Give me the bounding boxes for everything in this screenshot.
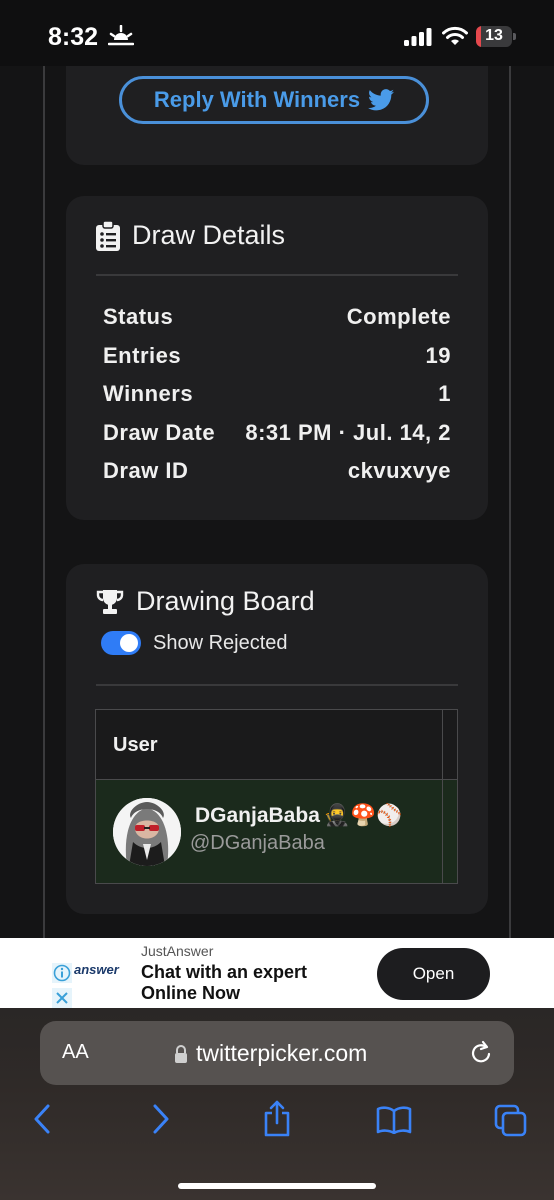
detail-value: Complete (346, 304, 451, 329)
drawing-board-card: Drawing Board Show Rejected User DGanjaB… (66, 564, 488, 914)
detail-label: Entries (103, 342, 182, 368)
status-bar: 8:32 13 (0, 0, 554, 66)
draw-details-card: Draw Details Status Complete Entries 19 … (66, 196, 488, 520)
drawing-board-heading: Drawing Board (96, 586, 315, 617)
reload-icon[interactable] (469, 1040, 493, 1066)
show-rejected-toggle[interactable] (101, 631, 141, 655)
battery-indicator: 13 (476, 26, 516, 47)
ad-headline[interactable]: Chat with an expert Online Now (141, 962, 361, 1004)
detail-label: Winners (103, 381, 194, 406)
detail-value: 8:31 PM · Jul. 14, 2 (245, 419, 451, 445)
column-separator (442, 710, 443, 883)
back-icon[interactable] (32, 1103, 52, 1135)
divider (96, 274, 458, 276)
lock-icon (175, 1044, 187, 1063)
reply-button-label: Reply With Winners (153, 87, 361, 112)
entries-table[interactable]: User DGanjaBaba 🥷🍄⚾ @DGanjaBaba (95, 709, 458, 884)
page-border-right (509, 66, 511, 938)
detail-row-entries: Entries 19 (103, 343, 451, 382)
detail-row-draw-date: Draw Date 8:31 PM · Jul. 14, 2 (103, 420, 451, 459)
table-header: User (96, 710, 457, 780)
name-emojis: 🥷🍄⚾ (323, 804, 403, 827)
winner-display-name: DGanjaBaba (195, 804, 320, 827)
share-icon[interactable] (262, 1099, 292, 1137)
home-indicator (178, 1183, 376, 1189)
sunset-icon (108, 25, 134, 46)
draw-details-heading: Draw Details (96, 220, 285, 251)
winner-name[interactable]: DGanjaBaba 🥷🍄⚾ (195, 804, 402, 828)
draw-details-list: Status Complete Entries 19 Winners 1 Dra… (103, 304, 451, 497)
ad-logo[interactable]: answer (74, 962, 119, 977)
table-row[interactable]: DGanjaBaba 🥷🍄⚾ @DGanjaBaba (96, 780, 457, 883)
reader-aa-button[interactable]: AA (62, 1041, 89, 1064)
winner-handle[interactable]: @DGanjaBaba (190, 832, 325, 855)
divider (96, 684, 458, 686)
show-rejected-label: Show Rejected (153, 631, 288, 654)
wifi-icon (442, 26, 468, 45)
forward-icon[interactable] (151, 1103, 171, 1135)
cellular-signal-icon (404, 28, 432, 46)
detail-row-draw-id: Draw ID ckvuxvye (103, 458, 451, 497)
url-display[interactable]: twitterpicker.com (174, 1040, 367, 1067)
twitter-bird-icon (368, 89, 395, 111)
ad-close-icon[interactable] (52, 988, 72, 1008)
detail-row-status: Status Complete (103, 304, 451, 343)
detail-value: 19 (425, 342, 451, 368)
status-time: 8:32 (48, 23, 99, 51)
trophy-icon (96, 589, 124, 614)
url-text: twitterpicker.com (196, 1040, 368, 1066)
bookmarks-icon[interactable] (376, 1106, 412, 1134)
reply-with-winners-button[interactable]: Reply With Winners (119, 76, 429, 124)
show-rejected-control[interactable]: Show Rejected (101, 631, 288, 655)
clipboard-list-icon (96, 220, 120, 251)
ad-open-button[interactable]: Open (377, 948, 490, 1000)
tabs-icon[interactable] (494, 1104, 528, 1138)
draw-details-title: Draw Details (132, 220, 286, 250)
detail-value: ckvuxvye (347, 458, 451, 483)
battery-percent: 13 (485, 27, 503, 44)
detail-label: Status (103, 304, 174, 329)
ad-info-icon[interactable] (52, 963, 72, 983)
web-page[interactable]: Reply With Winners Draw Details Status C… (0, 66, 554, 938)
detail-row-winners: Winners 1 (103, 381, 451, 420)
actions-card: Reply With Winners (66, 66, 488, 165)
avatar[interactable] (113, 798, 181, 866)
ad-brand[interactable]: JustAnswer (141, 943, 213, 959)
detail-label: Draw Date (103, 419, 216, 445)
drawing-board-title: Drawing Board (136, 586, 315, 616)
column-header-user[interactable]: User (113, 734, 157, 757)
detail-value: 1 (438, 381, 451, 406)
page-border-left (43, 66, 45, 938)
detail-label: Draw ID (103, 458, 189, 483)
